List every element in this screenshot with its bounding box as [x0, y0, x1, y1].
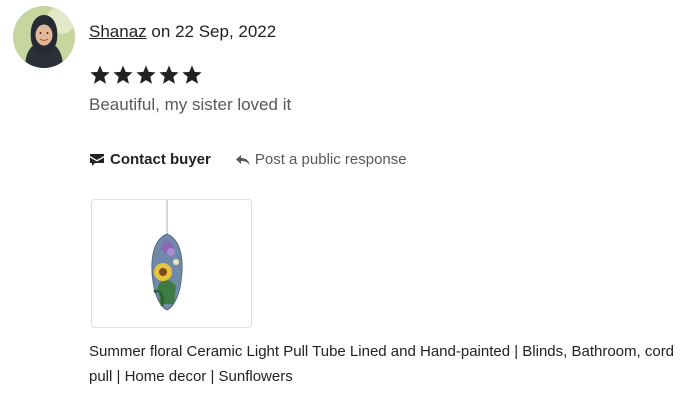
- star-icon: [136, 65, 156, 84]
- post-public-response-button[interactable]: Post a public response: [235, 151, 407, 168]
- avatar-image: [13, 6, 75, 68]
- product-thumbnail[interactable]: [91, 199, 252, 328]
- envelope-flag-icon: [89, 153, 105, 167]
- reviewer-line: Shanaz on 22 Sep, 2022: [89, 22, 276, 42]
- contact-buyer-button[interactable]: Contact buyer: [89, 151, 211, 168]
- date-prefix: on: [151, 22, 171, 41]
- star-rating: [89, 64, 203, 86]
- reply-arrow-icon: [235, 154, 250, 166]
- avatar[interactable]: [13, 6, 75, 68]
- product-title-link[interactable]: Summer floral Ceramic Light Pull Tube Li…: [89, 339, 689, 389]
- ceramic-light-pull-image: [92, 200, 251, 327]
- review-actions: Contact buyer Post a public response: [89, 151, 407, 168]
- star-icon: [113, 65, 133, 84]
- review-date: 22 Sep, 2022: [175, 22, 277, 41]
- post-public-response-label: Post a public response: [254, 151, 407, 168]
- star-icon: [90, 65, 110, 84]
- review-text: Beautiful, my sister loved it: [89, 95, 292, 114]
- reviewer-name-link[interactable]: Shanaz: [89, 22, 147, 41]
- contact-buyer-label: Contact buyer: [110, 151, 211, 168]
- star-icon: [159, 65, 179, 84]
- star-icon: [182, 65, 202, 84]
